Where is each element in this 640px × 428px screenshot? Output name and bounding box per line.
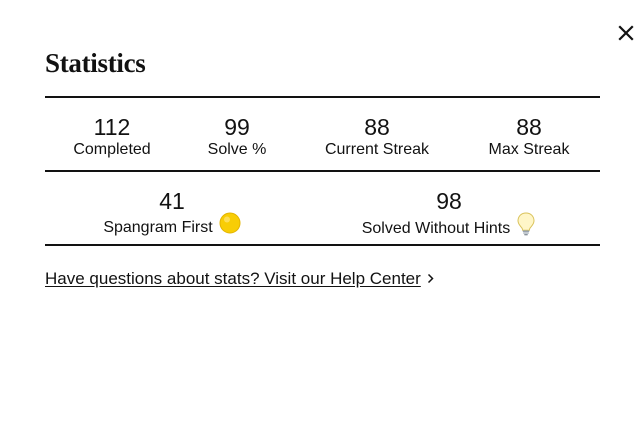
statistics-modal: Statistics 112 Completed 99 Solve % 88 C… [0,0,640,428]
stat-label: Solve % [207,141,267,158]
stat-label: Max Streak [488,141,570,158]
lightbulb-icon [516,212,536,242]
close-icon [618,25,634,41]
stat-label: Solved Without Hints [361,220,511,238]
stat-value: 112 [93,114,131,140]
stats-row-secondary: 41 Spangram First 98 Solved Without Hint… [45,172,600,244]
divider [45,244,600,246]
close-button[interactable] [614,22,638,44]
stat-completed: 112 Completed [45,98,179,160]
stat-value: 98 [436,188,462,214]
stat-label: Current Streak [324,141,430,158]
stat-max-streak: 88 Max Streak [459,98,599,160]
chevron-right-icon [427,268,434,290]
stat-value: 88 [364,114,390,140]
stat-current-streak: 88 Current Streak [295,98,459,160]
stat-label: Completed [73,141,151,158]
stat-spangram-first: 41 Spangram First [45,172,299,242]
stat-label: Spangram First [103,219,213,237]
stat-label-row: Spangram First [103,212,241,242]
stat-value: 41 [159,188,185,214]
modal-title: Statistics [45,48,146,78]
stats-table: 112 Completed 99 Solve % 88 Current Stre… [45,96,600,246]
stats-row-primary: 112 Completed 99 Solve % 88 Current Stre… [45,98,600,170]
stat-solved-without-hints: 98 Solved Without Hints [325,172,573,244]
help-center-link[interactable]: Have questions about stats? Visit our He… [45,268,434,291]
stat-value: 99 [224,114,250,140]
stat-value: 88 [516,114,542,140]
yellow-circle-icon [219,212,241,240]
help-link-text: Have questions about stats? Visit our He… [45,269,421,288]
stat-solve-percent: 99 Solve % [179,98,295,160]
stat-label-row: Solved Without Hints [361,212,537,244]
